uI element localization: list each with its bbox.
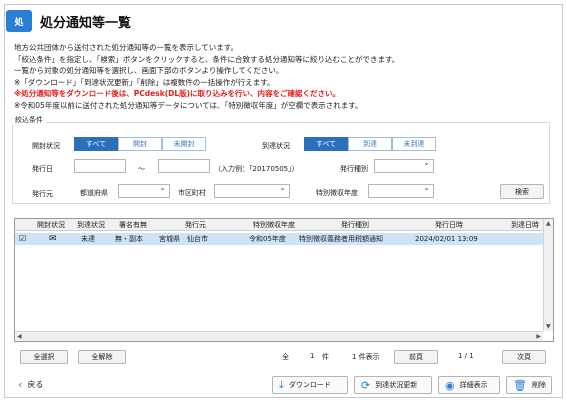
prefecture-select[interactable] — [118, 183, 170, 198]
issue-date-label: 発行日 — [32, 165, 53, 173]
notice-logo-icon: 処 — [6, 10, 32, 32]
search-button[interactable]: 検索 — [500, 184, 544, 199]
issue-type-select[interactable] — [374, 158, 434, 173]
update-status-label: 到達状況更新 — [375, 381, 418, 389]
download-label: ダウンロード — [288, 381, 331, 389]
intro-line-4: ※「ダウンロード」「到達状況更新」「削除」は複数件の一括操作が行えます。 — [14, 77, 275, 87]
open-status-toggle: すべて 開封 未開封 — [74, 137, 206, 151]
issue-type-label: 発行種別 — [340, 165, 368, 173]
issuer-label: 発行元 — [32, 190, 53, 198]
row-type: 特別徴収義務者用税額通知 — [299, 235, 383, 243]
shown-count: 1 件表示 — [352, 353, 380, 361]
download-button[interactable]: ⤓ ダウンロード — [272, 376, 348, 394]
col-tax-year[interactable]: 特別徴収年度 — [253, 219, 295, 231]
back-link[interactable]: ‹ 戻る — [18, 378, 43, 391]
page-indicator: 1 / 1 — [458, 352, 474, 360]
row-tax-year: 令和05年度 — [249, 235, 286, 243]
scroll-up-icon[interactable]: ▲ — [546, 220, 551, 227]
open-status-label: 開封状況 — [32, 142, 60, 150]
intro-line-3: 一覧から対象の処分通知等を選択し、画面下部のボタンより操作してください。 — [14, 66, 284, 75]
open-status-all[interactable]: すべて — [74, 137, 118, 151]
delete-button[interactable]: 🗑 削除 — [506, 376, 552, 394]
deselect-all-button[interactable]: 全解除 — [78, 350, 126, 364]
row-issuer: 宮城県 仙台市 — [159, 235, 208, 243]
chevron-left-icon: ‹ — [18, 378, 23, 391]
intro-line-1: 地方公共団体から送付された処分通知等の一覧を表示しています。 — [14, 43, 239, 52]
details-button[interactable]: ◉ 詳細表示 — [438, 376, 500, 394]
date-format-hint: （入力例：「20170505」） — [214, 165, 299, 173]
tax-year-label: 特別徴収年度 — [316, 189, 358, 197]
open-status-opened[interactable]: 開封 — [118, 137, 162, 151]
filter-title: 絞込条件 — [12, 115, 46, 125]
eye-icon: ◉ — [445, 378, 455, 392]
arrival-status-all[interactable]: すべて — [304, 137, 348, 151]
col-issuer[interactable]: 発行元 — [185, 219, 206, 231]
total-suffix: 件 — [322, 353, 329, 361]
city-label: 市区町村 — [178, 189, 206, 197]
col-arrival-status[interactable]: 到達状況 — [77, 219, 105, 231]
col-arrived-at[interactable]: 到達日時 — [511, 219, 539, 231]
col-signature[interactable]: 署名有無 — [119, 219, 147, 231]
prefecture-label: 都道府県 — [80, 189, 108, 197]
intro-line-2: 「絞込条件」を指定し、「検索」ボタンをクリックすると、条件に合致する処分通知等に… — [14, 54, 400, 64]
scroll-left-icon[interactable]: ◀ — [17, 333, 22, 340]
open-envelope-icon: ✉ — [49, 234, 57, 244]
arrival-status-arrived[interactable]: 到達 — [348, 137, 392, 151]
col-issued-at[interactable]: 発行日時 — [435, 219, 463, 231]
vertical-scrollbar[interactable]: ▲ ▼ — [543, 219, 553, 331]
total-prefix: 全 — [282, 353, 289, 361]
page-header: 処 処分通知等一覧 — [6, 8, 131, 34]
issue-date-to-input[interactable] — [158, 159, 210, 173]
download-icon: ⤓ — [279, 378, 284, 391]
intro-line-6: ※令和05年度以前に送付された処分通知等データについては、「特別徴収年度」が空欄… — [14, 100, 363, 110]
city-select[interactable] — [214, 183, 290, 198]
trash-icon: 🗑 — [513, 378, 527, 392]
details-label: 詳細表示 — [459, 381, 488, 389]
col-issue-type[interactable]: 発行種別 — [341, 219, 369, 231]
delete-label: 削除 — [531, 381, 546, 389]
select-all-button[interactable]: 全選択 — [20, 350, 68, 364]
back-label: 戻る — [27, 380, 44, 389]
row-signature: 無・副本 — [115, 235, 143, 243]
next-page-button[interactable]: 次頁 — [502, 350, 546, 364]
update-status-button[interactable]: ⟳ 到達状況更新 — [354, 376, 432, 394]
notice-table: 開封状況 到達状況 署名有無 発行元 特別徴収年度 発行種別 発行日時 到達日時… — [14, 218, 554, 342]
intro-text: 地方公共団体から送付された処分通知等の一覧を表示しています。 「絞込条件」を指定… — [14, 42, 554, 111]
tax-year-select[interactable] — [368, 183, 434, 198]
col-open-status[interactable]: 開封状況 — [37, 219, 65, 231]
arrival-status-not-arrived[interactable]: 未到達 — [392, 137, 436, 151]
page-title: 処分通知等一覧 — [40, 15, 132, 31]
date-range-tilde: ～ — [138, 165, 145, 173]
row-arrival: 未達 — [81, 235, 95, 243]
row-checkbox[interactable]: ☑ — [19, 233, 26, 245]
arrival-status-label: 到達状況 — [262, 142, 290, 150]
total-count: 1 — [310, 352, 315, 360]
arrival-status-toggle: すべて 到達 未到達 — [304, 137, 436, 151]
horizontal-scrollbar[interactable]: ◀ ▶ — [15, 331, 543, 341]
prev-page-button[interactable]: 前頁 — [394, 350, 438, 364]
open-status-unopened[interactable]: 未開封 — [162, 137, 206, 151]
table-header: 開封状況 到達状況 署名有無 発行元 特別徴収年度 発行種別 発行日時 到達日時 — [15, 219, 543, 231]
intro-warning-line: ※処分通知等をダウンロード後は、PCdesk(DL版)に取り込みを行い、内容をご… — [14, 89, 341, 98]
scroll-right-icon[interactable]: ▶ — [536, 333, 541, 340]
table-row[interactable]: ☑ ✉ 未達 無・副本 宮城県 仙台市 令和05年度 特別徴収義務者用税額通知 … — [15, 233, 543, 245]
row-issued-at: 2024/02/01 13:09 — [415, 235, 478, 243]
issue-date-from-input[interactable] — [74, 159, 126, 173]
scroll-down-icon[interactable]: ▼ — [546, 323, 551, 330]
refresh-icon: ⟳ — [361, 378, 371, 392]
